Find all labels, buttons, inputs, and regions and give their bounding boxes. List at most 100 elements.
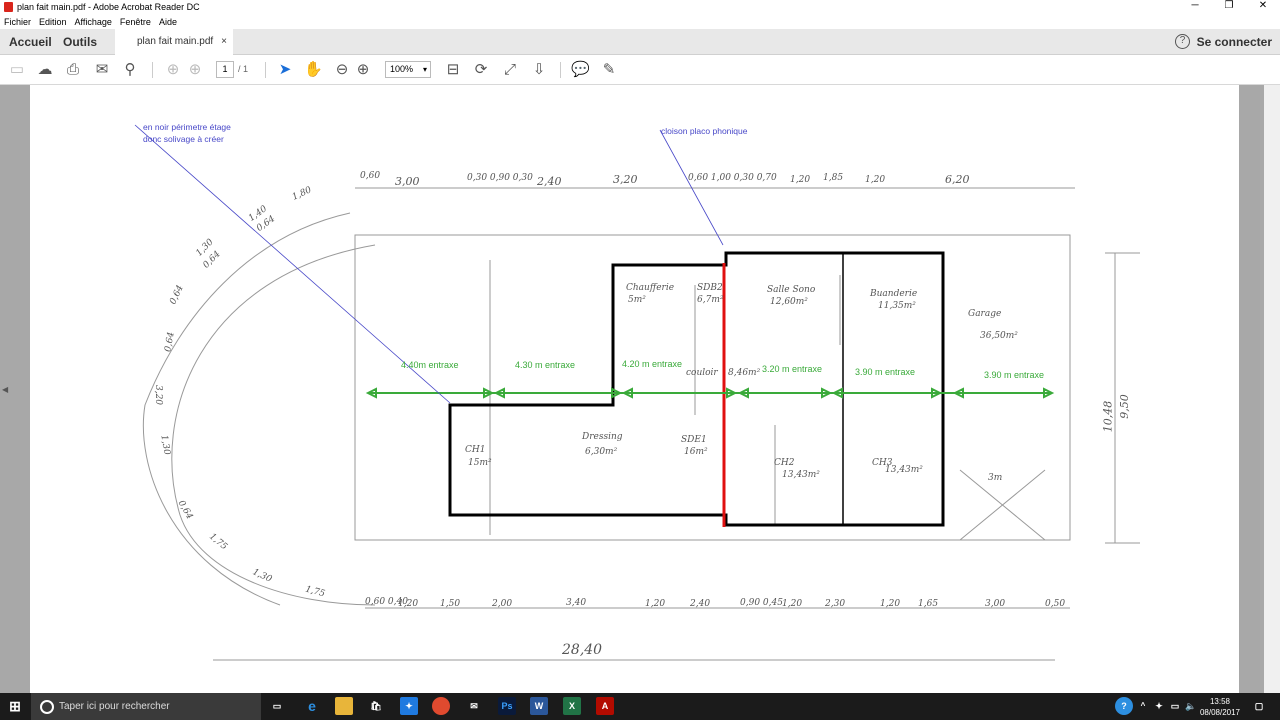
room-area: 13,43m²: [885, 465, 923, 475]
acrobat-taskbar-icon[interactable]: A: [596, 697, 614, 715]
task-view-icon[interactable]: ▭: [268, 697, 286, 715]
menu-fichier[interactable]: Fichier: [4, 17, 31, 27]
dimension-label: 1,20: [645, 599, 666, 609]
arc-dimension-line: [142, 212, 351, 606]
file-explorer-icon[interactable]: [335, 697, 353, 715]
spacing-arrows: [365, 387, 1055, 399]
room-area: 11,35m²: [878, 301, 916, 311]
vertical-scrollbar[interactable]: [1264, 85, 1280, 693]
total-dimension-label: 28,40: [562, 642, 603, 658]
room-name: Salle Sono: [767, 285, 816, 295]
zoom-select[interactable]: 100%: [385, 61, 431, 78]
photoshop-icon[interactable]: Ps: [498, 697, 516, 715]
close-tab-icon[interactable]: ×: [221, 29, 227, 55]
spacing-label: 4.20 m entraxe: [622, 359, 683, 369]
menu-fenetre[interactable]: Fenêtre: [120, 17, 151, 27]
tab-document-label: plan fait main.pdf: [137, 36, 214, 47]
room-name: Buanderie: [870, 289, 918, 299]
room-area: 6,7m²: [697, 295, 724, 305]
word-icon[interactable]: W: [530, 697, 548, 715]
taskbar-search[interactable]: Taper ici pour rechercher: [31, 693, 261, 720]
clock[interactable]: 13:58 08/08/2017: [1200, 696, 1240, 718]
minimize-button[interactable]: ─: [1178, 0, 1212, 11]
room-name: Garage: [968, 309, 1002, 319]
dimension-label: 3,20: [153, 384, 164, 406]
close-button[interactable]: ✕: [1246, 0, 1280, 11]
rotate-icon[interactable]: ⟳: [472, 61, 490, 79]
fullscreen-icon[interactable]: ⤢: [501, 61, 519, 79]
page-total: / 1: [238, 64, 249, 74]
dimension-label: 3,40: [566, 598, 587, 608]
spacing-label: 4.30 m entraxe: [515, 360, 576, 370]
spacing-label: 3.20 m entraxe: [762, 364, 823, 374]
dimension-label: 1,20: [865, 175, 886, 185]
toolbar: ▭ ☁ ⎙ ✉ ⚲ ⊕ ⊕ 1 / 1 ➤ ✋ ⊖ ⊕ 100% ⊟ ⟳ ⤢ ⇩…: [0, 55, 1280, 85]
divider: [152, 62, 153, 78]
help-icon[interactable]: ?: [1175, 34, 1190, 49]
dimension-label: 0,60 1,00 0,30 0,70: [688, 173, 777, 183]
store-icon[interactable]: 🛍: [367, 697, 385, 715]
scroll-mode-icon[interactable]: ⇩: [530, 61, 548, 79]
spacing-label: 3.90 m entraxe: [984, 370, 1045, 380]
divider: [560, 62, 561, 78]
tab-document[interactable]: plan fait main.pdf ×: [115, 29, 233, 56]
print-icon[interactable]: ⎙: [64, 61, 82, 79]
mail-icon[interactable]: ✉: [465, 697, 483, 715]
hand-tool-icon[interactable]: ✋: [304, 61, 323, 79]
zoom-in-icon[interactable]: ⊕: [354, 61, 372, 79]
dimension-label: 1,50: [440, 599, 461, 609]
dimension-label: 0,90 0,45: [740, 598, 783, 608]
divider: [265, 62, 266, 78]
time: 13:58: [1209, 697, 1230, 706]
help-tray-icon[interactable]: ?: [1115, 697, 1133, 715]
windows-start-icon[interactable]: ⊞: [6, 697, 24, 715]
document-viewer[interactable]: ◀ en noir périmetre étage donc solivage …: [0, 85, 1280, 693]
room-area: 16m²: [684, 447, 708, 457]
pen-icon[interactable]: ✎: [600, 61, 618, 79]
menu-affichage[interactable]: Affichage: [75, 17, 112, 27]
sign-in-button[interactable]: Se connecter: [1197, 29, 1272, 55]
room-name: SDB2: [697, 283, 723, 293]
title-bar: plan fait main.pdf - Adobe Acrobat Reade…: [0, 0, 1280, 14]
room-name: Chaufferie: [626, 283, 675, 293]
room-area: 15m²: [468, 458, 492, 468]
page-number-input[interactable]: 1: [216, 61, 234, 78]
dimension-label: 1,20: [790, 175, 811, 185]
tab-bar: Accueil Outils plan fait main.pdf × ? Se…: [0, 29, 1280, 56]
dimension-label: 10,48: [1101, 400, 1115, 433]
maximize-button[interactable]: ❐: [1212, 0, 1246, 11]
next-page-icon[interactable]: ⊕: [186, 61, 204, 79]
search-icon[interactable]: ⚲: [121, 61, 139, 79]
notifications-icon[interactable]: ▢: [1250, 697, 1268, 715]
dropbox-icon[interactable]: ✦: [400, 697, 418, 715]
select-cursor-icon[interactable]: ➤: [276, 61, 294, 79]
room-area: 6,30m²: [585, 447, 618, 457]
previous-page-icon[interactable]: ⊕: [164, 61, 182, 79]
pdf-page: en noir périmetre étage donc solivage à …: [30, 85, 1239, 693]
comment-icon[interactable]: 💬: [571, 61, 590, 79]
dimension-label: 3,00: [985, 599, 1006, 609]
excel-icon[interactable]: X: [563, 697, 581, 715]
menu-aide[interactable]: Aide: [159, 17, 177, 27]
zoom-out-icon[interactable]: ⊖: [333, 61, 351, 79]
left-panel-toggle-icon[interactable]: ◀: [2, 385, 8, 394]
tab-accueil[interactable]: Accueil: [9, 29, 52, 55]
dimension-label: 9,50: [1117, 394, 1131, 419]
edge-icon[interactable]: e: [303, 697, 321, 715]
save-icon[interactable]: ▭: [8, 61, 26, 79]
email-icon[interactable]: ✉: [93, 61, 111, 79]
tab-outils[interactable]: Outils: [63, 29, 97, 55]
dimension-label: 6,20: [945, 173, 970, 186]
dimension-label: 0,50: [1045, 599, 1066, 609]
volume-icon[interactable]: 🔈: [1182, 697, 1200, 715]
upload-cloud-icon[interactable]: ☁: [36, 61, 54, 79]
chrome-icon[interactable]: [432, 697, 450, 715]
dimension-label: 1,65: [918, 599, 939, 609]
menu-edition[interactable]: Edition: [39, 17, 67, 27]
perimeter-note: en noir périmetre étage donc solivage à …: [143, 122, 231, 144]
fit-page-icon[interactable]: ⊟: [444, 61, 462, 79]
dimension-label: 1,85: [823, 173, 844, 183]
room-name: CH2: [774, 458, 795, 468]
round-wall: [171, 244, 376, 606]
dimension-label: 3,00: [395, 175, 420, 188]
